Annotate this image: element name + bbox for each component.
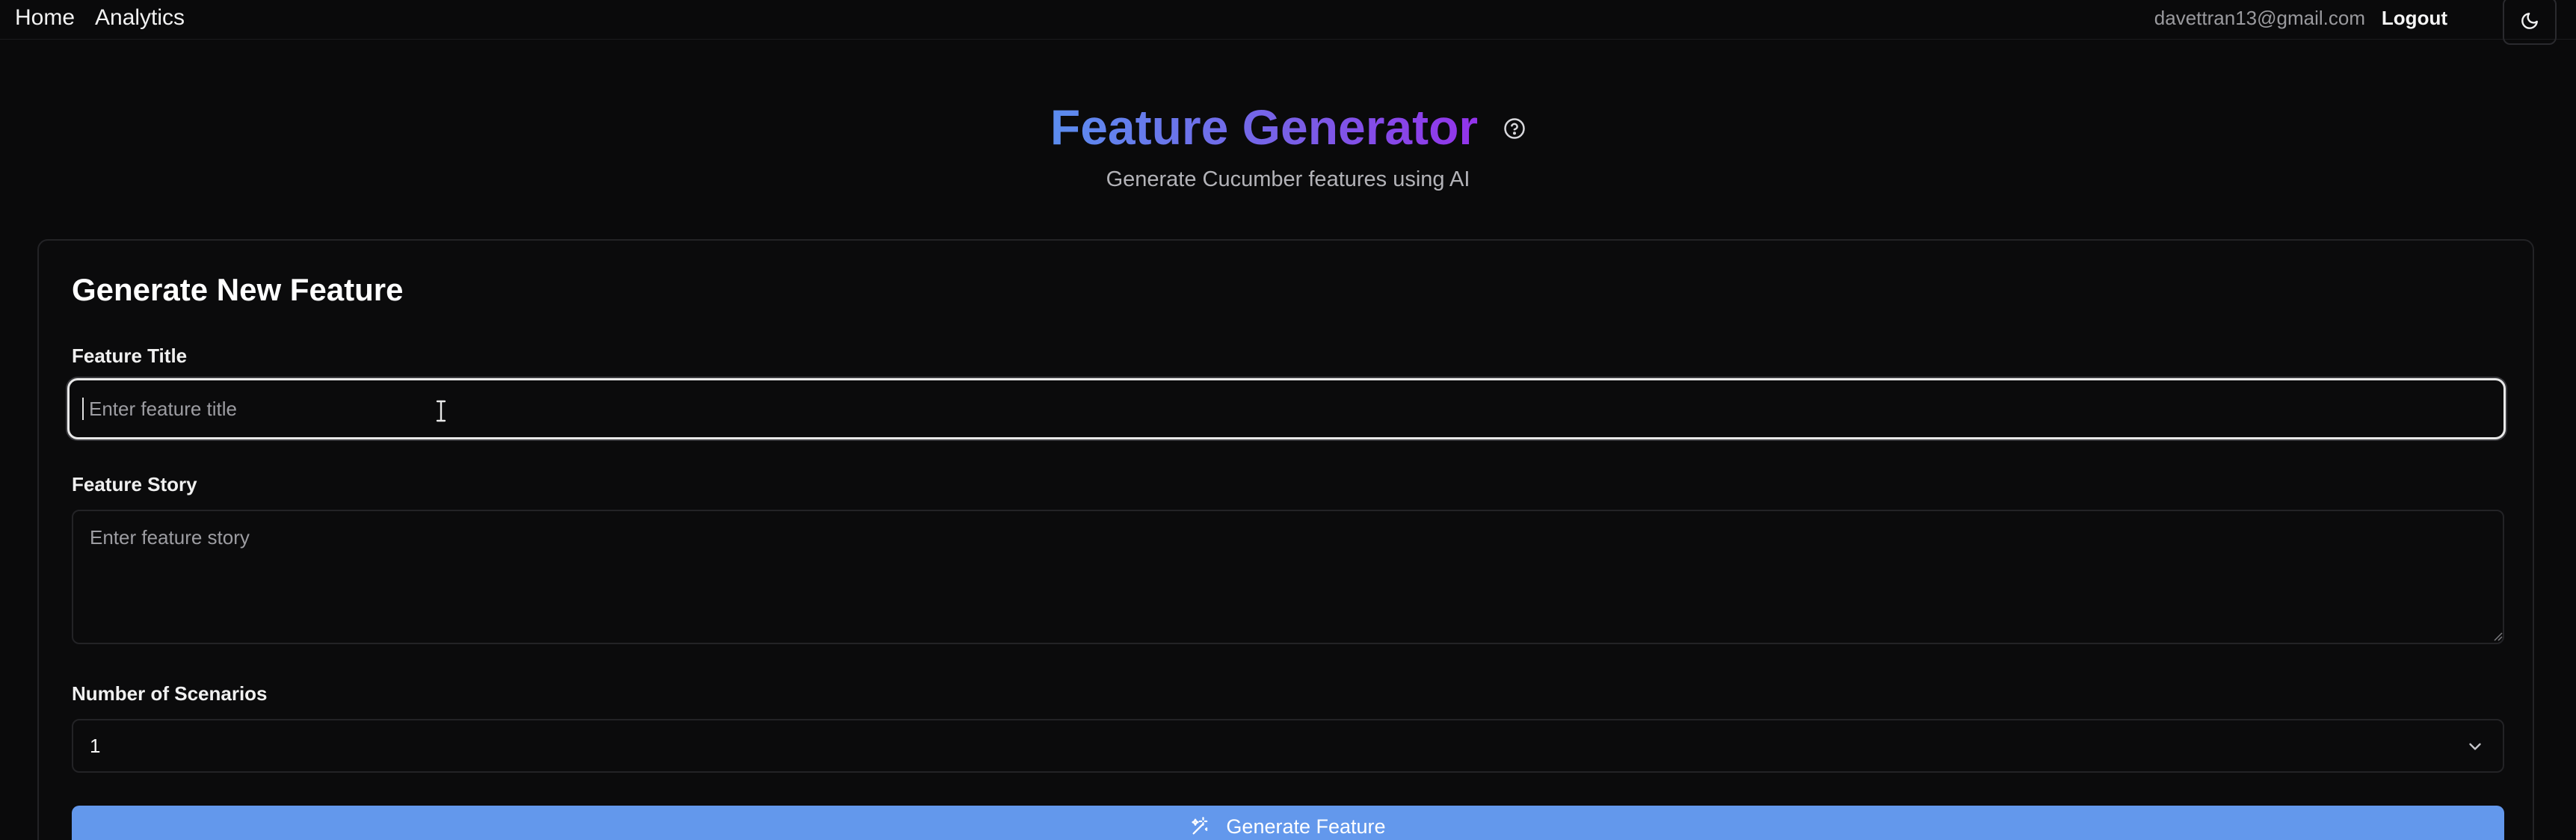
card-title: Generate New Feature xyxy=(72,272,404,307)
generate-feature-label: Generate Feature xyxy=(1226,815,1386,838)
scenarios-label: Number of Scenarios xyxy=(72,682,268,705)
resize-grip-icon[interactable] xyxy=(2494,632,2503,641)
page: Home Analytics davettran13@gmail.com Log… xyxy=(0,0,2576,840)
theme-toggle-button[interactable] xyxy=(2503,0,2557,45)
user-email: davettran13@gmail.com xyxy=(2154,7,2365,29)
feature-story-textarea[interactable] xyxy=(72,510,2504,644)
help-circle-icon[interactable] xyxy=(1503,117,1526,140)
feature-story-label: Feature Story xyxy=(72,473,197,495)
page-title: Feature Generator xyxy=(1050,97,1478,157)
logout-button[interactable]: Logout xyxy=(2382,6,2447,30)
hero-title-row: Feature Generator xyxy=(0,97,2576,157)
nav-home-link[interactable]: Home xyxy=(15,4,75,31)
page-subtitle: Generate Cucumber features using AI xyxy=(1106,167,1470,191)
feature-title-input[interactable] xyxy=(67,378,2506,439)
text-caret xyxy=(82,398,84,420)
text-cursor-icon xyxy=(436,400,446,422)
nav-analytics-link[interactable]: Analytics xyxy=(95,4,185,31)
generate-feature-button[interactable]: Generate Feature xyxy=(72,806,2504,840)
feature-title-label: Feature Title xyxy=(72,345,188,367)
scenarios-selected-value: 1 xyxy=(90,735,101,757)
scenarios-select[interactable]: 1 xyxy=(72,719,2504,773)
generate-feature-card: Generate New Feature Feature Title Featu… xyxy=(37,239,2534,840)
generate-feature-button-content: Generate Feature xyxy=(1190,815,1386,839)
top-navbar: Home Analytics davettran13@gmail.com Log… xyxy=(0,0,2576,45)
magic-wand-icon xyxy=(1192,817,1208,835)
chevron-down-icon xyxy=(2469,743,2481,750)
moon-icon xyxy=(2521,13,2538,29)
